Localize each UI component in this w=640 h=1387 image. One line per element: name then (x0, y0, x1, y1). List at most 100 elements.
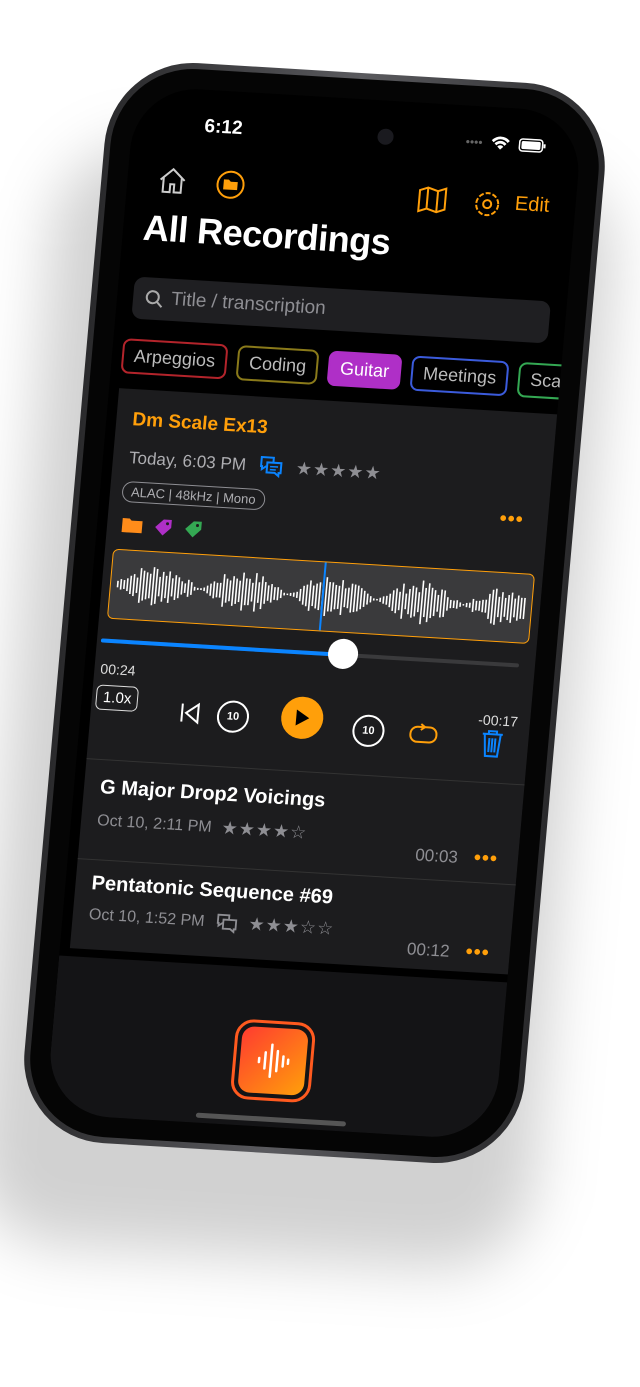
waveform-bar (317, 582, 322, 611)
signal-icon: •••• (465, 134, 484, 150)
waveform-bar (503, 597, 507, 617)
waveform-bar (438, 589, 444, 618)
folder-icon[interactable] (214, 169, 247, 201)
waveform-bar (355, 585, 360, 612)
waveform-bar (459, 602, 462, 607)
play-icon (295, 709, 310, 726)
waveform-bar (382, 596, 385, 604)
waveform-bar (369, 596, 372, 603)
waveform-bar (298, 588, 302, 602)
status-icons: •••• (465, 134, 547, 154)
waveform-bar (279, 589, 283, 599)
waveform-bar (314, 583, 319, 609)
waveform-bar (413, 587, 418, 617)
waveform-bar (487, 593, 491, 619)
waveform-bar (212, 581, 216, 599)
app-screen: 6:12 •••• Edit All Recordings Title / tr… (45, 85, 584, 1141)
waveform-bar (206, 585, 209, 594)
playback-slider[interactable] (100, 638, 520, 670)
record-button[interactable] (229, 1018, 317, 1104)
waveform-bar (352, 584, 357, 613)
edit-button[interactable]: Edit (514, 193, 550, 218)
waveform-bar (209, 583, 212, 596)
waveform-bar (484, 599, 488, 613)
tag-icon (155, 519, 172, 536)
waveform-bar (506, 594, 511, 621)
waveform-bar (478, 600, 481, 611)
skip-back-button[interactable]: 10 (215, 699, 251, 734)
row-title: Pentatonic Sequence #69 (90, 872, 334, 909)
waveform-bar (330, 582, 335, 612)
waveform-bar (512, 598, 517, 618)
waveform-bar (349, 583, 354, 613)
recording-title[interactable]: Dm Scale Ex13 (131, 409, 269, 439)
transcript-icon (216, 913, 237, 934)
tag-icons (120, 515, 204, 540)
page-title: All Recordings (141, 206, 393, 263)
waveform-bar (200, 588, 202, 591)
waveform-bar (372, 598, 375, 601)
waveform-bar (141, 570, 146, 601)
slider-thumb[interactable] (327, 638, 360, 670)
chip-coding[interactable]: Coding (235, 345, 320, 385)
rating-stars[interactable]: ★★★★★ (295, 458, 382, 484)
transcript-icon[interactable] (257, 455, 285, 479)
waveform-bar (259, 576, 265, 610)
waveform-bar (359, 588, 363, 610)
waveform-bar (391, 590, 395, 612)
chip-meetings[interactable]: Meetings (409, 355, 510, 397)
waveform-bar (289, 592, 292, 597)
waveform-bar (416, 592, 421, 613)
map-icon[interactable] (416, 185, 448, 215)
house-icon[interactable] (156, 165, 188, 195)
waveform-bar (385, 595, 388, 605)
waveform-bar (237, 580, 242, 603)
waveform-bar (122, 580, 126, 589)
waveform-bar (452, 600, 455, 609)
skip-to-start-icon[interactable] (178, 701, 202, 725)
waveform-bar (422, 587, 428, 618)
waveform-bar (157, 576, 162, 597)
waveform[interactable] (106, 548, 536, 644)
waveform-bar (126, 578, 129, 592)
waveform-bar (522, 597, 526, 620)
play-button[interactable] (279, 695, 326, 741)
skip-forward-button[interactable]: 10 (351, 713, 386, 748)
search-input[interactable]: Title / transcription (131, 276, 551, 344)
waveform-bar (465, 602, 468, 608)
waveform-bar (135, 577, 139, 594)
chip-scales[interactable]: Scales (516, 361, 584, 402)
more-button[interactable]: ••• (473, 847, 499, 871)
waveform-bar (190, 582, 193, 595)
trash-icon[interactable] (479, 728, 506, 759)
more-button[interactable]: ••• (465, 941, 491, 965)
row-title: G Major Drop2 Voicings (99, 776, 327, 812)
waveform-bar (203, 587, 206, 592)
recordings-list: Dm Scale Ex13 Today, 6:03 PM ★★★★★ ALAC … (69, 388, 560, 976)
rating-stars[interactable]: ★★★★☆ (221, 818, 308, 844)
waveform-bar (326, 582, 332, 612)
waveform-bar (419, 580, 425, 625)
waveform-bar (234, 578, 239, 604)
search-icon (145, 290, 163, 308)
waveform-bar (496, 596, 501, 618)
speed-button[interactable]: 1.0x (94, 684, 140, 712)
rating-stars[interactable]: ★★★☆☆ (248, 914, 335, 940)
playhead[interactable] (318, 562, 327, 631)
waveform-bar (400, 583, 405, 619)
loop-icon[interactable] (408, 721, 440, 745)
waveform-bar (343, 588, 347, 608)
tag-icon (185, 521, 202, 538)
waveform-bar (362, 590, 366, 607)
waveform-bar (263, 581, 267, 604)
gear-icon[interactable] (471, 188, 504, 220)
row-meta: Oct 10, 1:52 PM ★★★☆☆ (88, 904, 335, 940)
waveform-bar (128, 575, 133, 595)
chip-arpeggios[interactable]: Arpeggios (120, 338, 229, 380)
more-button[interactable]: ••• (499, 508, 525, 532)
phone-frame: 6:12 •••• Edit All Recordings Title / tr… (16, 58, 612, 1168)
waveform-bar (462, 604, 465, 606)
chip-guitar[interactable]: Guitar (326, 350, 403, 390)
waveform-bar (346, 587, 350, 609)
waveform-bar (471, 598, 475, 612)
